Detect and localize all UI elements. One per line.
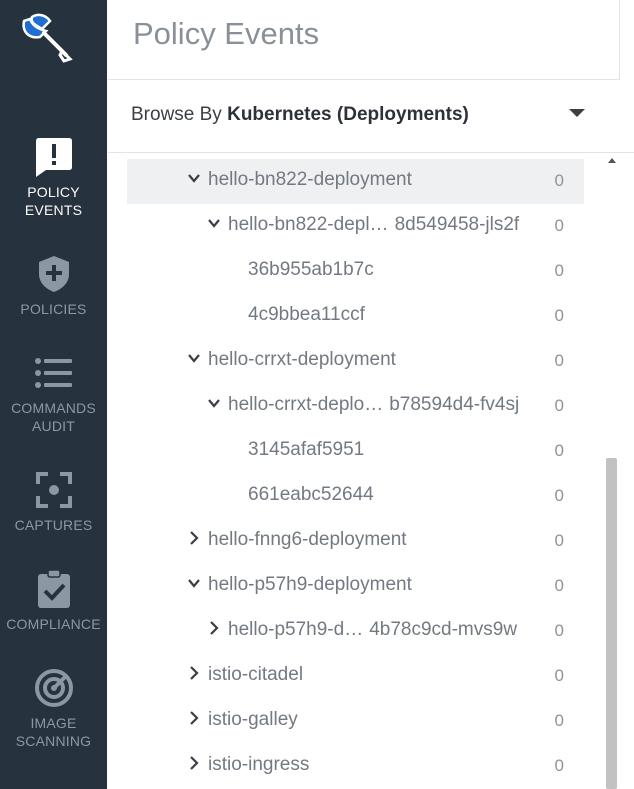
chevron-down-icon[interactable] (187, 171, 201, 185)
event-count: 0 (554, 306, 564, 325)
tree-row-suffix: b78594d4-fv4sj (389, 394, 520, 415)
browse-by-label: Browse By Kubernetes (Deployments) (131, 104, 469, 126)
chevron-down-icon[interactable] (207, 216, 221, 230)
tree-row-label: 661eabc52644 (248, 484, 374, 506)
chevron-right-icon[interactable] (207, 621, 221, 635)
logo-shovel-icon[interactable] (18, 7, 76, 65)
event-count: 0 (554, 261, 564, 280)
browse-by-dropdown[interactable]: Browse By Kubernetes (Deployments) (108, 81, 634, 153)
nav-captures[interactable]: CAPTURES (0, 470, 107, 534)
event-count: 0 (554, 576, 564, 595)
tree-row-label: hello-p57h9-d… 4b78c9cd-mvs9w (228, 619, 517, 641)
tree-row-name: 4c9bbea11ccf (248, 304, 365, 325)
tree-row-label: 4c9bbea11ccf (248, 304, 365, 326)
chevron-right-icon[interactable] (187, 756, 201, 770)
nav-label: POLICY EVENTS (24, 184, 83, 218)
tree-row-label: hello-bn822-deployment (208, 169, 412, 191)
tree-row-suffix: 4b78c9cd-mvs9w (369, 619, 518, 640)
tree-row-name: istio-ingress (208, 754, 310, 775)
clipboard-check-icon (37, 569, 70, 608)
event-count: 0 (554, 756, 564, 775)
nav-label: COMMANDS AUDIT (11, 400, 96, 434)
page-header: Policy Events (108, 0, 620, 80)
tree-row-label: istio-galley (208, 709, 298, 731)
event-count: 0 (554, 711, 564, 730)
nav-compliance[interactable]: COMPLIANCE (0, 569, 107, 633)
alert-bubble-icon (35, 138, 72, 177)
nav-policy-events[interactable]: POLICY EVENTS (0, 137, 107, 219)
deployment-tree: hello-bn822-deployment 0 hello-bn822-depl…… (108, 153, 618, 789)
shield-plus-icon (38, 256, 69, 292)
tree-row-name: hello-bn822-deployment (208, 169, 412, 190)
event-count: 0 (554, 396, 564, 415)
event-count: 0 (554, 171, 564, 190)
event-count: 0 (554, 351, 564, 370)
tree-row-label: istio-citadel (208, 664, 303, 686)
chevron-right-icon[interactable] (187, 666, 201, 680)
tree-row-name: istio-citadel (208, 664, 304, 685)
tree-row-suffix: 8d549458-jls2f (394, 214, 520, 235)
nav-image-scanning[interactable]: IMAGE SCANNING (0, 668, 107, 750)
tree-row[interactable]: hello-p57h9-d… 4b78c9cd-mvs9w 0 (127, 609, 584, 654)
event-count: 0 (554, 486, 564, 505)
tree-row-name: hello-fnng6-deployment (208, 529, 407, 550)
tree-row-name: hello-crrxt-deplo… (228, 394, 384, 415)
tree-row-label: hello-crrxt-deployment (208, 349, 396, 371)
tree-row[interactable]: istio-galley 0 (127, 699, 584, 744)
chevron-down-icon[interactable] (207, 396, 221, 410)
capture-focus-icon (35, 472, 72, 508)
tree-row-label: hello-fnng6-deployment (208, 529, 407, 551)
nav-label: IMAGE SCANNING (15, 715, 92, 749)
caret-down-icon[interactable] (569, 109, 585, 117)
tree-row[interactable]: istio-ingress 0 (127, 744, 584, 789)
tree-row[interactable]: hello-crrxt-deplo… b78594d4-fv4sj 0 (127, 384, 584, 429)
tree-row[interactable]: hello-crrxt-deployment 0 (127, 339, 584, 384)
tree-row-name: 36b955ab1b7c (248, 259, 374, 280)
tree-row-name: hello-p57h9-deployment (208, 574, 412, 595)
tree-row-name: istio-galley (208, 709, 298, 730)
tree-row[interactable]: 4c9bbea11ccf 0 (127, 294, 584, 339)
tree-row-label: hello-crrxt-deplo… b78594d4-fv4sj (228, 394, 519, 416)
nav-policies[interactable]: POLICIES (0, 254, 107, 318)
radar-icon (34, 669, 73, 707)
tree-row[interactable]: hello-fnng6-deployment 0 (127, 519, 584, 564)
tree-row[interactable]: 3145afaf5951 0 (127, 429, 584, 474)
chevron-down-icon[interactable] (187, 576, 201, 590)
tree-row[interactable]: hello-bn822-depl… 8d549458-jls2f 0 (127, 204, 584, 249)
event-count: 0 (554, 216, 564, 235)
scrollbar-thumb[interactable] (606, 458, 617, 789)
scroll-up-arrow-icon[interactable] (608, 158, 616, 163)
tree-row-label: 3145afaf5951 (248, 439, 364, 461)
browse-value: Kubernetes (Deployments) (227, 104, 469, 125)
event-count: 0 (554, 666, 564, 685)
tree-row-label: hello-p57h9-deployment (208, 574, 412, 596)
sidebar-nav: POLICY EVENTS POLICIES COMMANDS AUDIT CA… (0, 0, 107, 789)
event-count: 0 (554, 531, 564, 550)
nav-label: POLICIES (20, 301, 87, 317)
tree-row-name: 3145afaf5951 (248, 439, 365, 460)
nav-commands-audit[interactable]: COMMANDS AUDIT (0, 353, 107, 435)
tree-row-name: 661eabc52644 (248, 484, 374, 505)
tree-row[interactable]: 661eabc52644 0 (127, 474, 584, 519)
tree-row[interactable]: istio-citadel 0 (127, 654, 584, 699)
nav-label: CAPTURES (14, 517, 93, 533)
tree-row-label: 36b955ab1b7c (248, 259, 374, 281)
chevron-right-icon[interactable] (187, 711, 201, 725)
tree-row[interactable]: 36b955ab1b7c 0 (127, 249, 584, 294)
chevron-right-icon[interactable] (187, 531, 201, 545)
tree-row-label: istio-ingress (208, 754, 309, 776)
event-count: 0 (554, 621, 564, 640)
tree-row-label: hello-bn822-depl… 8d549458-jls2f (228, 214, 519, 236)
event-count: 0 (554, 441, 564, 460)
tree-row-name: hello-bn822-depl… (228, 214, 389, 235)
nav-label: COMPLIANCE (6, 616, 101, 632)
tree-row-name: hello-crrxt-deployment (208, 349, 396, 370)
page-title: Policy Events (133, 16, 320, 51)
list-icon (34, 358, 72, 388)
chevron-down-icon[interactable] (187, 351, 201, 365)
browse-prefix: Browse By (131, 104, 222, 125)
tree-row[interactable]: hello-bn822-deployment 0 (127, 159, 584, 204)
tree-row[interactable]: hello-p57h9-deployment 0 (127, 564, 584, 609)
tree-row-name: hello-p57h9-d… (228, 619, 364, 640)
